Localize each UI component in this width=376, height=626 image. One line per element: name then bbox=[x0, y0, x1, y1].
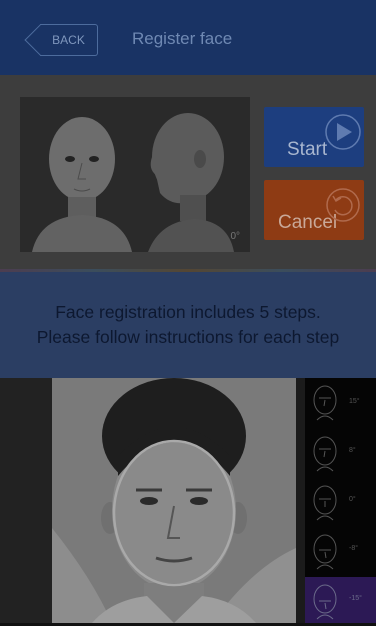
head-preview: 0° bbox=[20, 97, 250, 252]
instruction-line-2: Please follow instructions for each step bbox=[36, 327, 340, 347]
undo-icon bbox=[326, 188, 360, 222]
pose-step-label: 8° bbox=[349, 447, 356, 454]
cancel-button[interactable]: Cancel bbox=[264, 180, 364, 240]
back-button[interactable]: BACK bbox=[40, 24, 98, 56]
camera-edge bbox=[0, 378, 52, 623]
pose-step-label: 15° bbox=[349, 398, 360, 405]
back-button-label: BACK bbox=[52, 33, 85, 47]
pose-step-label: -15° bbox=[349, 595, 362, 602]
pose-step-label: 0° bbox=[349, 496, 356, 503]
head-pose-icon bbox=[313, 584, 337, 620]
preview-angle-label: 0° bbox=[230, 231, 240, 242]
pose-step-3: 0° bbox=[305, 478, 376, 524]
top-bar: BACK Register face bbox=[0, 0, 376, 75]
play-icon bbox=[325, 114, 361, 150]
start-button[interactable]: Start bbox=[264, 107, 364, 167]
instruction-line-1: Face registration includes 5 steps. bbox=[55, 302, 321, 322]
head-model-illustration bbox=[32, 113, 234, 252]
start-button-label: Start bbox=[287, 139, 328, 160]
head-pose-icon bbox=[313, 534, 337, 570]
pose-step-5: -15° bbox=[305, 577, 376, 623]
instruction-banner: Face registration includes 5 steps. Plea… bbox=[0, 272, 376, 378]
camera-feed bbox=[52, 378, 296, 623]
head-pose-icon bbox=[313, 485, 337, 521]
head-pose-icon bbox=[313, 385, 337, 421]
page-title: Register face bbox=[132, 29, 233, 48]
face-photo bbox=[52, 378, 296, 623]
head-pose-icon bbox=[313, 436, 337, 472]
camera-view: 15° 8° 0° -8° -15° bbox=[0, 378, 376, 623]
control-panel: 0° Start Cancel bbox=[0, 75, 376, 270]
pose-step-4: -8° bbox=[305, 527, 376, 573]
pose-steps-strip: 15° 8° 0° -8° -15° bbox=[305, 378, 376, 623]
pose-step-2: 8° bbox=[305, 429, 376, 475]
pose-step-1: 15° bbox=[305, 380, 376, 426]
pose-step-label: -8° bbox=[349, 545, 359, 552]
